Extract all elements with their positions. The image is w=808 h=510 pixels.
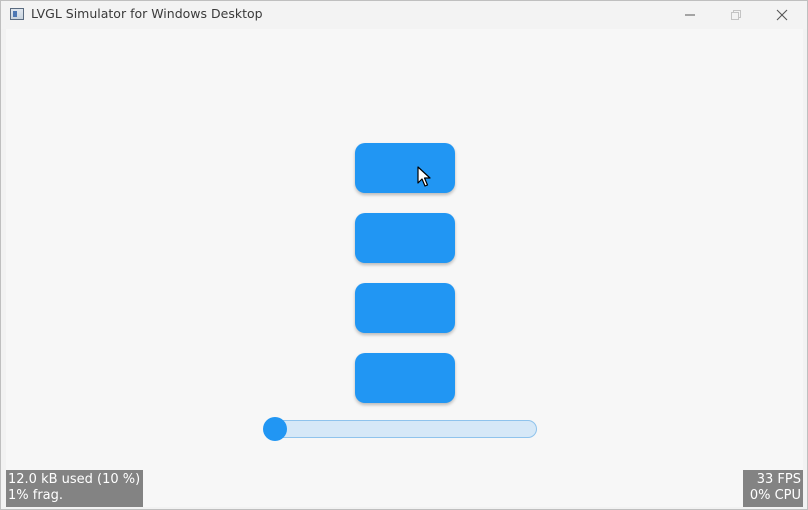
slider-track[interactable] bbox=[267, 420, 537, 438]
close-button[interactable] bbox=[759, 1, 805, 29]
app-window: LVGL Simulator for Windows Desktop 12.0 … bbox=[0, 0, 808, 510]
lv-button-3[interactable] bbox=[355, 283, 455, 333]
lvgl-screen: 12.0 kB used (10 %) 1% frag. 33 FPS 0% C… bbox=[6, 29, 803, 507]
maximize-button[interactable] bbox=[713, 1, 759, 29]
close-icon bbox=[776, 9, 788, 21]
memory-used-text: 12.0 kB used (10 %) bbox=[8, 472, 141, 487]
window-title: LVGL Simulator for Windows Desktop bbox=[31, 6, 263, 21]
maximize-icon bbox=[731, 10, 741, 20]
lv-button-2[interactable] bbox=[355, 213, 455, 263]
cpu-text: 0% CPU bbox=[749, 488, 801, 503]
memory-monitor: 12.0 kB used (10 %) 1% frag. bbox=[6, 470, 143, 507]
app-icon bbox=[10, 8, 24, 20]
fps-text: 33 FPS bbox=[756, 472, 801, 487]
lv-button-4[interactable] bbox=[355, 353, 455, 403]
title-bar[interactable]: LVGL Simulator for Windows Desktop bbox=[1, 1, 807, 29]
slider-knob[interactable] bbox=[263, 417, 287, 441]
memory-frag-text: 1% frag. bbox=[8, 488, 64, 503]
performance-monitor: 33 FPS 0% CPU bbox=[743, 470, 803, 507]
mouse-cursor-icon bbox=[417, 166, 431, 187]
lv-button-1[interactable] bbox=[355, 143, 455, 193]
minimize-icon bbox=[685, 14, 695, 16]
minimize-button[interactable] bbox=[667, 1, 713, 29]
